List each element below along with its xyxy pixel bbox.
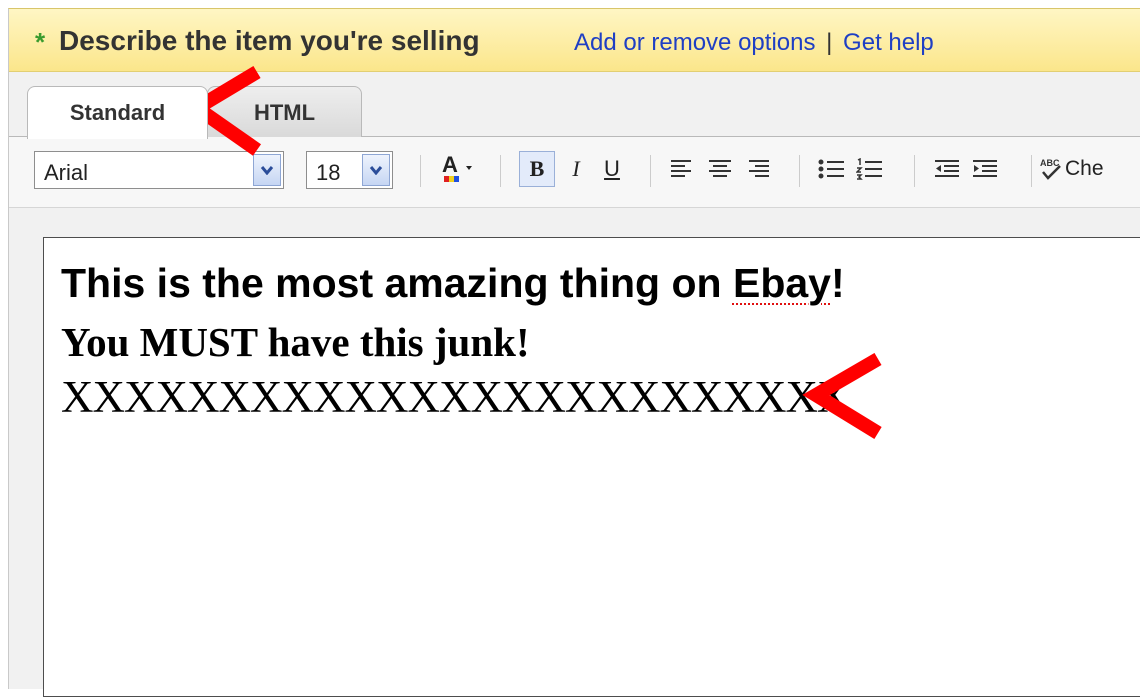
get-help-link[interactable]: Get help [843, 29, 934, 56]
tab-standard[interactable]: Standard [27, 86, 208, 139]
outdent-icon [935, 160, 959, 177]
indent-icon [973, 160, 997, 177]
annotation-arrow-icon [802, 353, 882, 439]
editor-line-placeholder-x: XXXXXXXXXXXXXXXXXXXXXXXXX [61, 372, 849, 422]
toolbar-divider [420, 155, 421, 187]
toolbar-divider [1031, 155, 1032, 187]
editor-line-text: This is the most amazing thing on [61, 260, 733, 306]
toolbar-divider [799, 155, 800, 187]
editor-line-heading: This is the most amazing thing on Ebay! [61, 260, 845, 307]
numbered-list-icon [856, 158, 882, 180]
align-left-button[interactable] [665, 151, 699, 187]
toolbar-divider [914, 155, 915, 187]
svg-text:A: A [442, 152, 458, 177]
align-center-button[interactable] [703, 151, 737, 187]
editor-line-subheading: You MUST have this junk! [61, 319, 530, 365]
font-size-value: 18 [316, 160, 341, 185]
toolbar-divider [500, 155, 501, 187]
editor-tab-bar: Standard HTML [9, 72, 1140, 139]
bullet-list-button[interactable] [815, 151, 849, 187]
indent-button[interactable] [968, 151, 1002, 187]
section-title: Describe the item you're selling [59, 25, 480, 56]
italic-button[interactable]: I [561, 151, 591, 187]
svg-text:ABC: ABC [1040, 158, 1060, 168]
toolbar-divider [650, 155, 651, 187]
align-left-icon [671, 160, 691, 177]
spellcheck-icon: ABC [1040, 158, 1061, 180]
bold-button[interactable]: B [519, 151, 555, 187]
bullet-list-icon [818, 159, 844, 179]
misspelled-word: Ebay [732, 260, 831, 306]
outdent-button[interactable] [930, 151, 964, 187]
font-color-icon: A [442, 152, 472, 182]
spellcheck-label: Che [1065, 157, 1104, 180]
editor-line-text: ! [830, 260, 845, 306]
description-editor[interactable]: This is the most amazing thing on Ebay! … [43, 237, 1140, 697]
chevron-down-icon[interactable] [253, 154, 281, 186]
underline-button[interactable]: U [597, 151, 627, 187]
align-right-button[interactable] [741, 151, 775, 187]
formatting-toolbar: Arial 18 A B I U ABC Che [9, 137, 1140, 208]
numbered-list-button[interactable] [853, 151, 887, 187]
font-size-select[interactable]: 18 [306, 151, 393, 189]
add-remove-options-link[interactable]: Add or remove options [574, 29, 815, 56]
font-color-button[interactable]: A [437, 151, 481, 187]
align-center-icon [709, 160, 731, 177]
link-separator: | [826, 29, 833, 56]
item-description-panel: * Describe the item you're selling Add o… [8, 8, 1140, 697]
font-family-value: Arial [44, 160, 89, 185]
header-links: Add or remove options | Get help [574, 29, 934, 57]
required-marker: * [35, 27, 46, 57]
align-right-icon [749, 160, 769, 177]
section-header: * Describe the item you're selling Add o… [9, 9, 1140, 72]
spellcheck-button[interactable]: ABC Che [1039, 151, 1140, 187]
chevron-down-icon[interactable] [362, 154, 390, 186]
